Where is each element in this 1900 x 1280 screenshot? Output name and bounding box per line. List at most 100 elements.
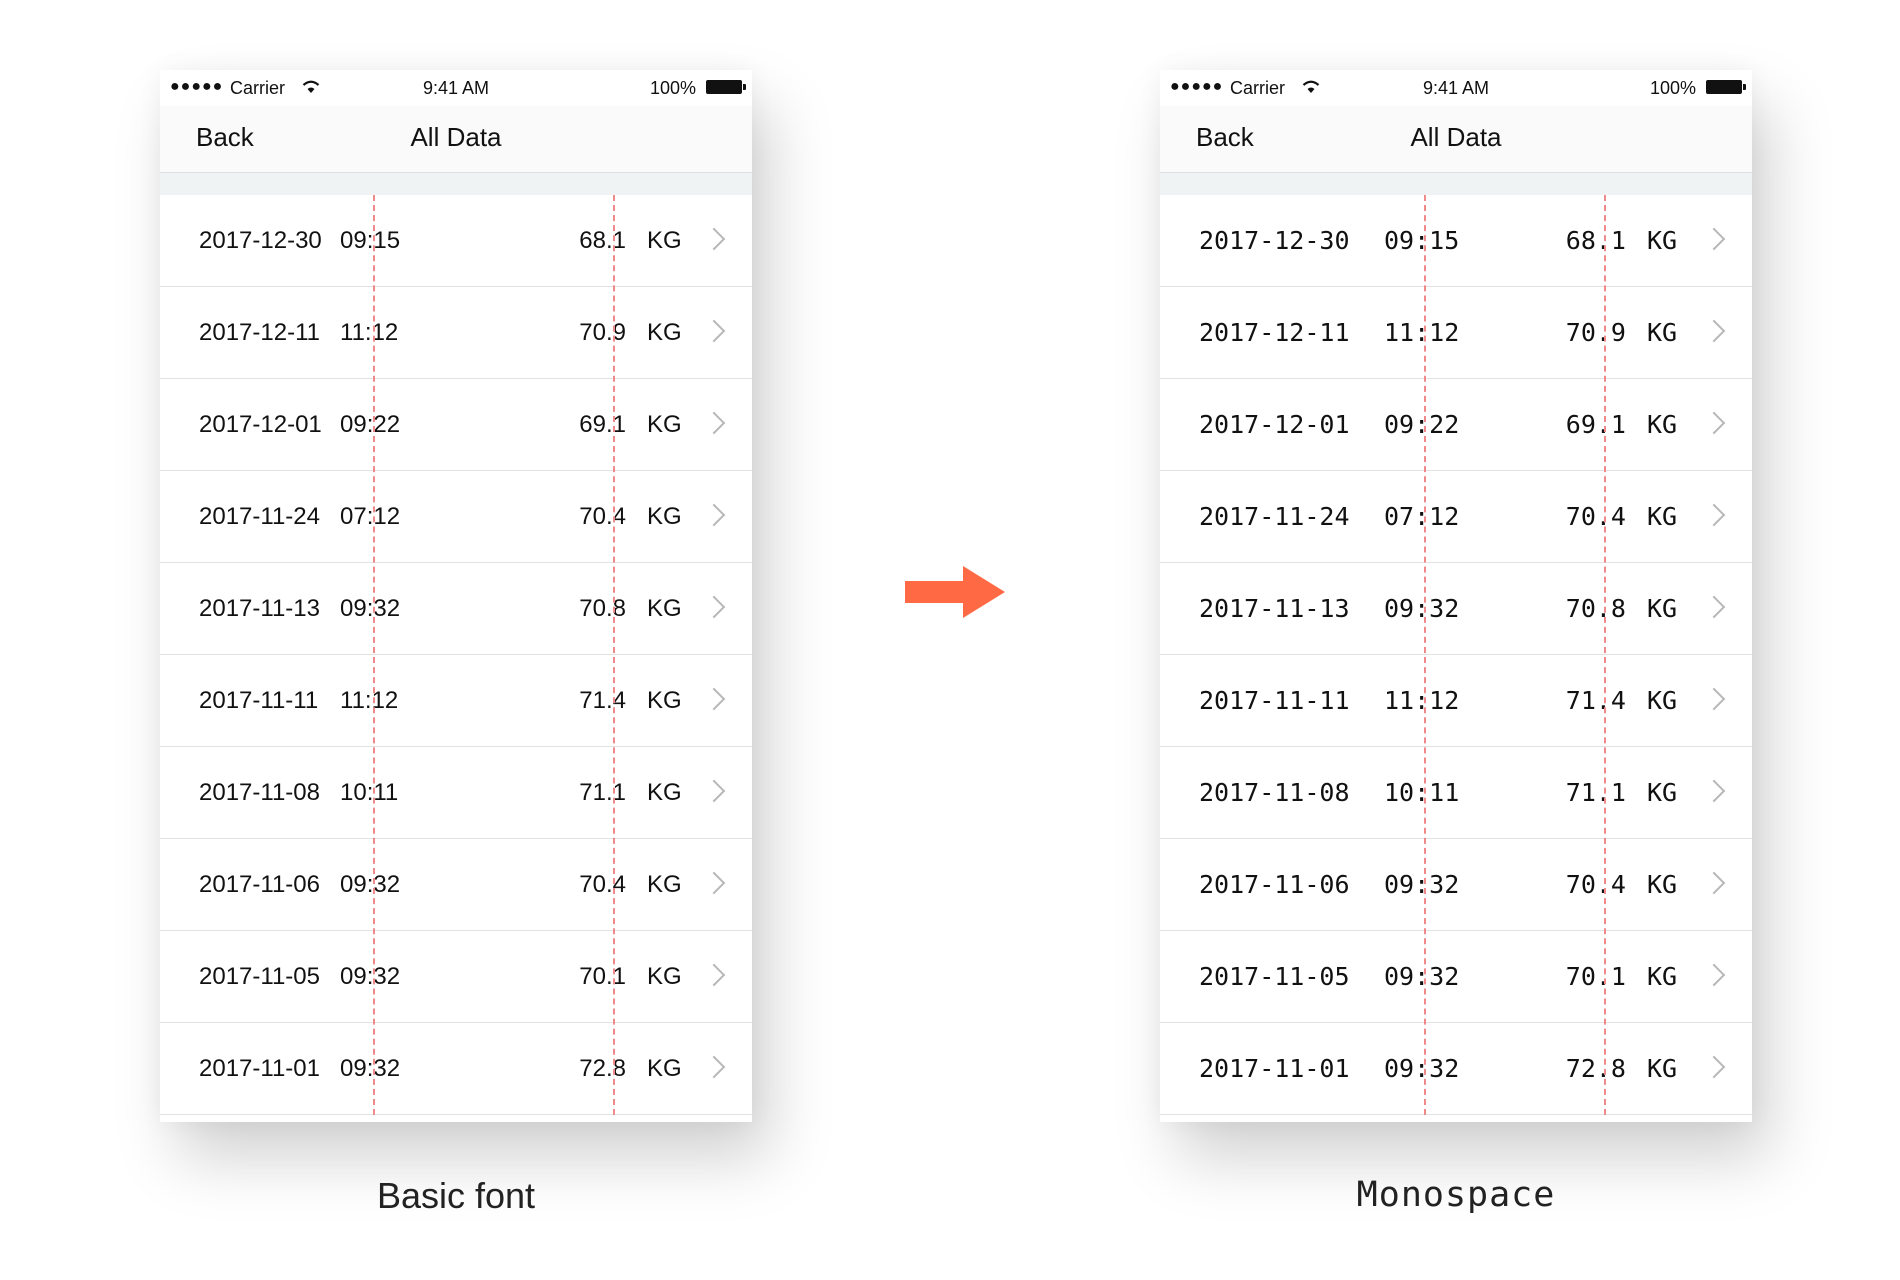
row-unit: KG xyxy=(647,319,682,346)
row-date: 2017-12-01 xyxy=(199,411,322,438)
row-date: 2017-11-01 xyxy=(1199,1054,1350,1083)
row-date: 2017-12-11 xyxy=(1199,318,1350,347)
list-item[interactable]: 2017-12-11 11:12 70.9 KG xyxy=(1160,287,1752,379)
row-unit: KG xyxy=(1647,594,1678,623)
row-time: 11:12 xyxy=(340,319,399,346)
row-value: 71.4 xyxy=(579,687,626,714)
row-time: 10:11 xyxy=(340,779,399,806)
battery-percent: 100% xyxy=(649,78,696,98)
row-time: 09:32 xyxy=(1384,594,1460,623)
alignment-guide-value xyxy=(613,195,615,1115)
row-unit: KG xyxy=(647,779,682,806)
row-date: 2017-11-08 xyxy=(1199,778,1350,807)
row-unit: KG xyxy=(1647,410,1678,439)
row-date: 2017-11-13 xyxy=(199,595,320,622)
chevron-right-icon xyxy=(1702,871,1726,895)
row-time: 11:12 xyxy=(340,687,399,714)
chevron-right-icon xyxy=(1702,595,1726,619)
alignment-guide-time xyxy=(373,195,375,1115)
battery-icon xyxy=(1706,80,1746,94)
row-unit: KG xyxy=(1647,870,1678,899)
battery-icon xyxy=(706,80,746,94)
data-list: 2017-12-30 09:15 68.1 KG 2017-12-11 11:12 70.… xyxy=(1160,195,1752,1115)
chevron-right-icon xyxy=(702,595,726,619)
list-item[interactable]: 2017-12-01 09:22 69.1 KG xyxy=(1160,379,1752,471)
row-unit: KG xyxy=(1647,318,1678,347)
chevron-right-icon xyxy=(1702,963,1726,987)
row-time: 09:15 xyxy=(1384,226,1460,255)
list-item[interactable]: 2017-11-08 10:11 71.1 KG xyxy=(1160,747,1752,839)
chevron-right-icon xyxy=(1702,1055,1726,1079)
row-date: 2017-11-13 xyxy=(1199,594,1350,623)
data-list: 2017-12-30 09:15 68.1 KG 2017-12-11 11:12 70.… xyxy=(160,195,752,1115)
alignment-guide-value xyxy=(1604,195,1606,1115)
row-value: 68.1 xyxy=(579,227,626,254)
row-time: 09:32 xyxy=(340,1055,401,1082)
list-item[interactable]: 2017-11-01 09:32 72.8 KG xyxy=(1160,1023,1752,1115)
arrow-right-icon xyxy=(905,566,1005,618)
row-unit: KG xyxy=(647,963,682,990)
row-value: 70.4 xyxy=(579,871,626,898)
list-item[interactable]: 2017-11-24 07:12 70.4 KG xyxy=(160,471,752,563)
list-item[interactable]: 2017-11-13 09:32 70.8 KG xyxy=(160,563,752,655)
list-item[interactable]: 2017-11-06 09:32 70.4 KG xyxy=(1160,839,1752,931)
list-item[interactable]: 2017-11-08 10:11 71.1 KG xyxy=(160,747,752,839)
list-item[interactable]: 2017-11-05 09:32 70.1 KG xyxy=(160,931,752,1023)
row-unit: KG xyxy=(1647,686,1678,715)
row-value: 70.4 xyxy=(1565,870,1626,899)
row-time: 09:32 xyxy=(1384,962,1460,991)
list-item[interactable]: 2017-11-11 11:12 71.4 KG xyxy=(1160,655,1752,747)
row-date: 2017-11-05 xyxy=(199,963,320,990)
list-item[interactable]: 2017-11-13 09:32 70.8 KG xyxy=(1160,563,1752,655)
row-unit: KG xyxy=(1647,962,1678,991)
chevron-right-icon xyxy=(1702,687,1726,711)
row-value: 70.1 xyxy=(579,963,626,990)
section-separator xyxy=(160,173,752,195)
chevron-right-icon xyxy=(702,319,726,343)
chevron-right-icon xyxy=(702,871,726,895)
list-item[interactable]: 2017-11-05 09:32 70.1 KG xyxy=(1160,931,1752,1023)
row-date: 2017-11-11 xyxy=(199,687,319,714)
caption-basic-font: Basic font xyxy=(376,1175,536,1216)
list-item[interactable]: 2017-11-11 11:12 71.4 KG xyxy=(160,655,752,747)
row-time: 11:12 xyxy=(1384,318,1460,347)
row-unit: KG xyxy=(1647,778,1678,807)
list-item[interactable]: 2017-11-01 09:32 72.8 KG xyxy=(160,1023,752,1115)
chevron-right-icon xyxy=(1702,503,1726,527)
list-item[interactable]: 2017-12-30 09:15 68.1 KG xyxy=(1160,195,1752,287)
row-value: 70.8 xyxy=(1565,594,1626,623)
alignment-guide-time xyxy=(1424,195,1426,1115)
list-item[interactable]: 2017-11-06 09:32 70.4 KG xyxy=(160,839,752,931)
row-value: 71.1 xyxy=(579,779,626,806)
row-unit: KG xyxy=(1647,1054,1678,1083)
chevron-right-icon xyxy=(1702,411,1726,435)
row-time: 09:22 xyxy=(340,411,401,438)
row-date: 2017-11-08 xyxy=(199,779,320,806)
row-date: 2017-11-11 xyxy=(1199,686,1350,715)
chevron-right-icon xyxy=(702,503,726,527)
list-item[interactable]: 2017-11-24 07:12 70.4 KG xyxy=(1160,471,1752,563)
row-value: 70.8 xyxy=(579,595,626,622)
row-time: 09:32 xyxy=(340,963,401,990)
navigation-bar: Back All Data xyxy=(160,106,752,173)
row-unit: KG xyxy=(647,595,682,622)
row-date: 2017-11-06 xyxy=(199,871,320,898)
row-value: 70.1 xyxy=(1565,962,1626,991)
row-value: 70.9 xyxy=(579,319,626,346)
row-value: 70.9 xyxy=(1565,318,1626,347)
chevron-right-icon xyxy=(702,411,726,435)
row-value: 69.1 xyxy=(1565,410,1626,439)
row-unit: KG xyxy=(1647,502,1678,531)
list-item[interactable]: 2017-12-30 09:15 68.1 KG xyxy=(160,195,752,287)
list-item[interactable]: 2017-12-11 11:12 70.9 KG xyxy=(160,287,752,379)
chevron-right-icon xyxy=(702,1055,726,1079)
list-item[interactable]: 2017-12-01 09:22 69.1 KG xyxy=(160,379,752,471)
chevron-right-icon xyxy=(702,687,726,711)
row-value: 70.4 xyxy=(1565,502,1626,531)
row-date: 2017-11-24 xyxy=(199,503,320,530)
status-bar: ●●●●● Carrier 9:41 AM 100% xyxy=(160,70,752,106)
chevron-right-icon xyxy=(702,963,726,987)
row-unit: KG xyxy=(647,871,682,898)
row-value: 70.4 xyxy=(579,503,626,530)
row-value: 72.8 xyxy=(579,1055,626,1082)
